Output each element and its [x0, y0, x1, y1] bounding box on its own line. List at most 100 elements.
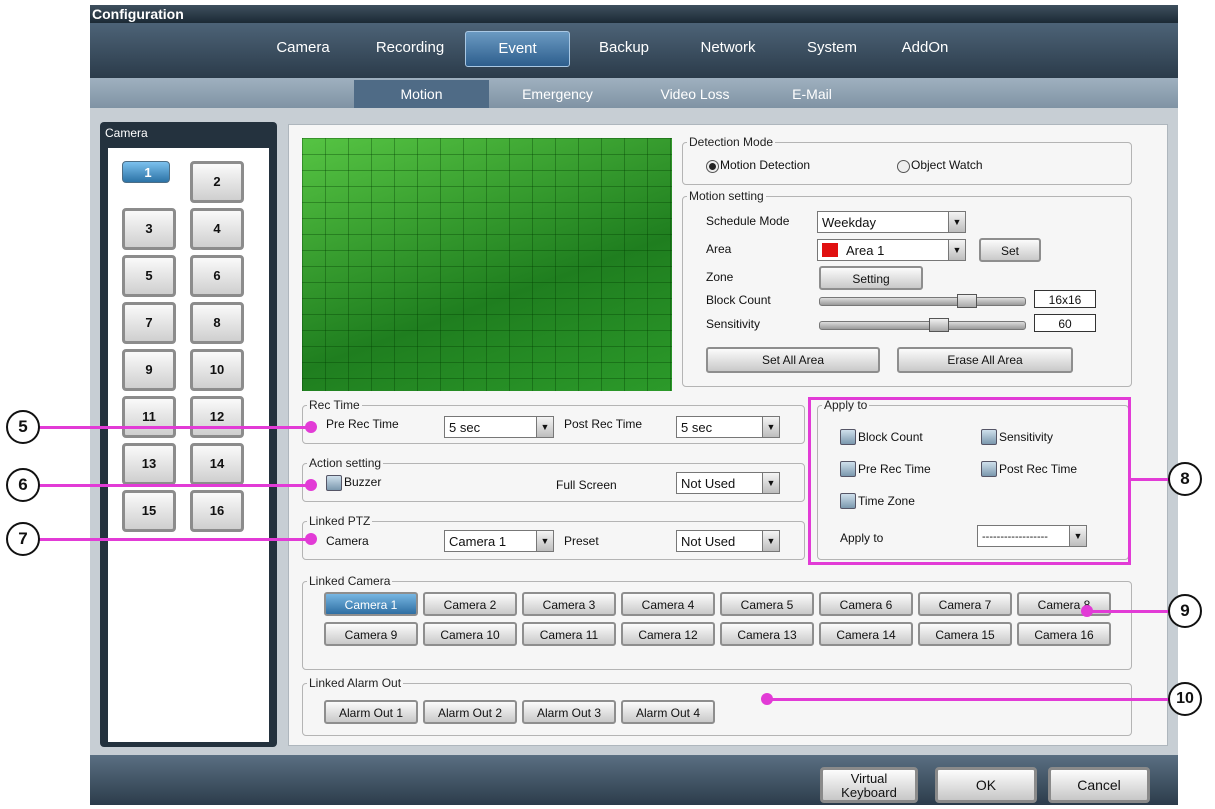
post-rec-time-label: Post Rec Time: [564, 417, 643, 431]
alarm-out-2-button[interactable]: Alarm Out 2: [423, 700, 517, 724]
bottom-action-bar: Virtual Keyboard OK Cancel: [90, 755, 1178, 805]
linked-camera-1[interactable]: Camera 1: [324, 592, 418, 616]
callout-dot-6: [305, 479, 317, 491]
tab-camera[interactable]: Camera: [268, 31, 338, 65]
ok-button[interactable]: OK: [935, 767, 1037, 803]
full-screen-select[interactable]: Not Used ▼: [676, 472, 780, 494]
virtual-keyboard-label-line1: Virtual: [850, 771, 888, 786]
main-tab-bar: Camera Recording Event Backup Network Sy…: [90, 23, 1178, 78]
camera-button-list: 1 2 3 4 5 6 7 8 9 10 11 12 13 14 15 16: [108, 148, 269, 742]
linked-camera-2[interactable]: Camera 2: [423, 592, 517, 616]
tab-addon[interactable]: AddOn: [890, 31, 960, 65]
action-setting-legend: Action setting: [309, 456, 382, 470]
sensitivity-slider[interactable]: [819, 318, 1026, 332]
linked-alarm-out-legend: Linked Alarm Out: [309, 676, 402, 690]
linked-camera-9[interactable]: Camera 9: [324, 622, 418, 646]
buzzer-checkbox[interactable]: [326, 475, 342, 491]
block-count-slider[interactable]: [819, 294, 1026, 308]
subtab-motion[interactable]: Motion: [354, 80, 489, 108]
tab-system[interactable]: System: [797, 31, 867, 65]
detection-mode-legend: Detection Mode: [689, 135, 774, 149]
linked-camera-14[interactable]: Camera 14: [819, 622, 913, 646]
preset-select[interactable]: Not Used ▼: [676, 530, 780, 552]
camera-button-4[interactable]: 4: [190, 208, 244, 250]
callout-5: 5: [6, 410, 40, 444]
callout-line-5: [38, 426, 310, 429]
linked-camera-10[interactable]: Camera 10: [423, 622, 517, 646]
area-set-button[interactable]: Set: [979, 238, 1041, 262]
pre-rec-time-select[interactable]: 5 sec ▼: [444, 416, 554, 438]
linked-camera-13[interactable]: Camera 13: [720, 622, 814, 646]
callout-dot-10: [761, 693, 773, 705]
camera-button-12[interactable]: 12: [190, 396, 244, 438]
callout-line-6: [38, 484, 310, 487]
alarm-out-3-button[interactable]: Alarm Out 3: [522, 700, 616, 724]
alarm-out-4-button[interactable]: Alarm Out 4: [621, 700, 715, 724]
callout-8: 8: [1168, 462, 1202, 496]
linked-camera-12[interactable]: Camera 12: [621, 622, 715, 646]
chevron-down-icon: ▼: [948, 212, 965, 232]
zone-setting-button[interactable]: Setting: [819, 266, 923, 290]
camera-button-5[interactable]: 5: [122, 255, 176, 297]
tab-recording[interactable]: Recording: [362, 31, 458, 65]
callout-line-9: [1085, 610, 1173, 613]
callout-10: 10: [1168, 682, 1202, 716]
subtab-video-loss[interactable]: Video Loss: [645, 80, 745, 108]
set-all-area-button[interactable]: Set All Area: [706, 347, 880, 373]
cancel-button[interactable]: Cancel: [1048, 767, 1150, 803]
camera-button-1[interactable]: 1: [122, 161, 170, 183]
linked-camera-15[interactable]: Camera 15: [918, 622, 1012, 646]
block-count-slider-handle[interactable]: [957, 294, 977, 308]
camera-button-8[interactable]: 8: [190, 302, 244, 344]
ptz-camera-select[interactable]: Camera 1 ▼: [444, 530, 554, 552]
rec-time-legend: Rec Time: [309, 398, 360, 412]
camera-button-9[interactable]: 9: [122, 349, 176, 391]
camera-button-16[interactable]: 16: [190, 490, 244, 532]
camera-button-2[interactable]: 2: [190, 161, 244, 203]
ptz-camera-label: Camera: [326, 534, 369, 548]
tab-backup[interactable]: Backup: [584, 31, 664, 65]
buzzer-label: Buzzer: [344, 475, 382, 489]
callout-dot-5: [305, 421, 317, 433]
motion-grid-preview[interactable]: [302, 138, 672, 391]
callout-6: 6: [6, 468, 40, 502]
motion-detection-radio[interactable]: [706, 160, 719, 173]
linked-camera-11[interactable]: Camera 11: [522, 622, 616, 646]
linked-camera-6[interactable]: Camera 6: [819, 592, 913, 616]
camera-button-3[interactable]: 3: [122, 208, 176, 250]
chevron-down-icon: ▼: [948, 240, 965, 260]
area-value: Area 1: [846, 243, 885, 258]
callout-line-10: [765, 698, 1173, 701]
post-rec-time-value: 5 sec: [681, 420, 713, 435]
linked-camera-4[interactable]: Camera 4: [621, 592, 715, 616]
sensitivity-value: 60: [1034, 314, 1096, 332]
block-count-value: 16x16: [1034, 290, 1096, 308]
linked-ptz-legend: Linked PTZ: [309, 514, 371, 528]
alarm-out-1-button[interactable]: Alarm Out 1: [324, 700, 418, 724]
schedule-mode-select[interactable]: Weekday ▼: [817, 211, 966, 233]
post-rec-time-select[interactable]: 5 sec ▼: [676, 416, 780, 438]
sensitivity-slider-handle[interactable]: [929, 318, 949, 332]
callout-7: 7: [6, 522, 40, 556]
linked-camera-7[interactable]: Camera 7: [918, 592, 1012, 616]
camera-button-11[interactable]: 11: [122, 396, 176, 438]
callout-line-8: [1129, 478, 1171, 481]
subtab-email[interactable]: E-Mail: [782, 80, 842, 108]
camera-button-14[interactable]: 14: [190, 443, 244, 485]
erase-all-area-button[interactable]: Erase All Area: [897, 347, 1073, 373]
tab-event[interactable]: Event: [465, 31, 570, 67]
virtual-keyboard-button[interactable]: Virtual Keyboard: [820, 767, 918, 803]
linked-camera-3[interactable]: Camera 3: [522, 592, 616, 616]
camera-button-13[interactable]: 13: [122, 443, 176, 485]
linked-camera-16[interactable]: Camera 16: [1017, 622, 1111, 646]
linked-camera-5[interactable]: Camera 5: [720, 592, 814, 616]
object-watch-radio[interactable]: [897, 160, 910, 173]
area-color-swatch: [822, 243, 838, 257]
area-select[interactable]: Area 1 ▼: [817, 239, 966, 261]
tab-network[interactable]: Network: [684, 31, 772, 65]
subtab-emergency[interactable]: Emergency: [510, 80, 605, 108]
camera-button-10[interactable]: 10: [190, 349, 244, 391]
camera-button-15[interactable]: 15: [122, 490, 176, 532]
camera-button-6[interactable]: 6: [190, 255, 244, 297]
camera-button-7[interactable]: 7: [122, 302, 176, 344]
